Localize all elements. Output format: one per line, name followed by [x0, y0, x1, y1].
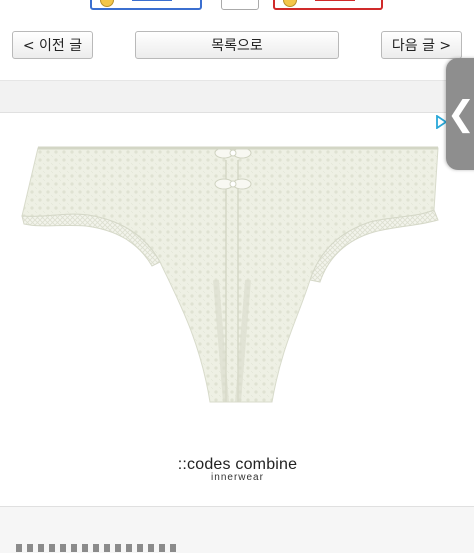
sad-emoji-icon	[283, 0, 297, 7]
share-button[interactable]	[221, 0, 259, 10]
top-toolbar	[0, 0, 474, 16]
chevron-left-icon: ❮	[446, 94, 474, 134]
side-panel-toggle[interactable]: ❮	[446, 58, 474, 170]
section-divider	[0, 80, 474, 112]
next-post-button[interactable]: 다음 글 >	[381, 31, 462, 59]
product-image[interactable]	[20, 140, 444, 410]
back-to-list-button[interactable]: 목록으로	[135, 31, 339, 59]
smile-emoji-icon	[100, 0, 114, 7]
brand-subtitle: innerwear	[211, 472, 264, 483]
not-recommend-button[interactable]	[273, 0, 383, 10]
recommend-button[interactable]	[90, 0, 202, 10]
brand-logo: ::codes combine innerwear	[150, 456, 325, 483]
prev-post-button[interactable]: < 이전 글	[12, 31, 93, 59]
cut-off-text	[16, 544, 176, 552]
